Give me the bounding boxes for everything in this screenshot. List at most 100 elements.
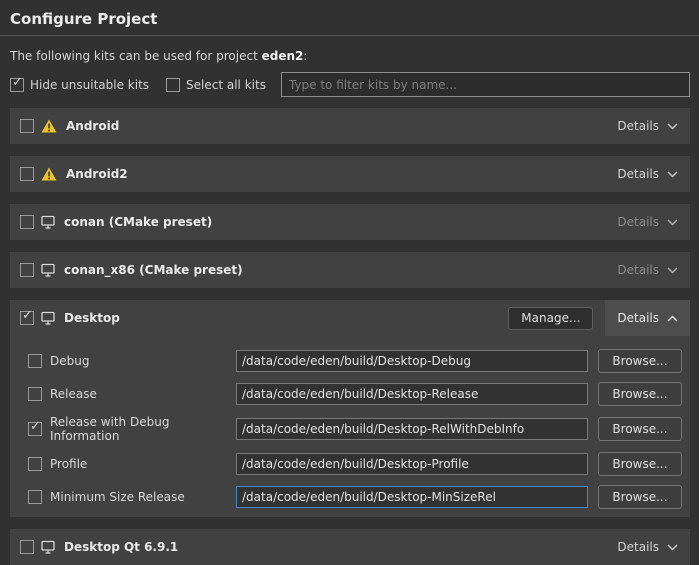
- checkbox-icon[interactable]: [10, 78, 24, 92]
- build-dir-input[interactable]: [236, 383, 588, 405]
- kit-name: conan_x86 (CMake preset): [64, 263, 243, 277]
- warning-icon: [41, 167, 57, 181]
- controls-row: Hide unsuitable kits Select all kits: [10, 72, 690, 97]
- kit-left: conan_x86 (CMake preset): [10, 263, 243, 277]
- build-config-label: Debug: [50, 354, 89, 368]
- kit-name: conan (CMake preset): [64, 215, 212, 229]
- details-label: Details: [617, 263, 659, 277]
- desktop-icon: [41, 263, 55, 277]
- kit-header: conan_x86 (CMake preset) Details: [10, 252, 690, 288]
- build-config-checkbox[interactable]: [28, 490, 42, 504]
- build-config-label: Release with Debug Information: [50, 415, 236, 443]
- build-dir-input[interactable]: [236, 453, 588, 475]
- kit-row: conan_x86 (CMake preset) Details: [10, 252, 690, 288]
- build-config-checkbox[interactable]: [28, 457, 42, 471]
- build-config-label-col: Release with Debug Information: [18, 415, 236, 443]
- kit-name: Android2: [66, 167, 128, 181]
- intro-text: The following kits can be used for proje…: [10, 49, 689, 63]
- chevron-down-icon: [667, 123, 678, 130]
- kit-list: Android Details Android2 Details: [10, 108, 690, 565]
- kit-checkbox[interactable]: [20, 311, 34, 325]
- details-button: Details: [605, 204, 690, 240]
- build-config-label-col: Profile: [18, 457, 236, 471]
- kit-left: conan (CMake preset): [10, 215, 212, 229]
- hide-unsuitable-kits-checkbox[interactable]: Hide unsuitable kits: [10, 78, 149, 92]
- details-label: Details: [617, 167, 659, 181]
- select-all-kits-label: Select all kits: [186, 78, 266, 92]
- kit-checkbox[interactable]: [20, 540, 34, 554]
- kit-header: conan (CMake preset) Details: [10, 204, 690, 240]
- kit-header: Desktop Manage... Details: [10, 300, 690, 336]
- chevron-up-icon: [667, 315, 678, 322]
- chevron-down-icon: [667, 219, 678, 226]
- details-label: Details: [617, 540, 659, 554]
- kit-checkbox[interactable]: [20, 263, 34, 277]
- kit-row: Desktop Manage... Details Debug Browse..…: [10, 300, 690, 517]
- details-label: Details: [617, 119, 659, 133]
- desktop-icon: [41, 540, 55, 554]
- kit-row: Desktop Qt 6.9.1 Details: [10, 529, 690, 565]
- browse-button[interactable]: Browse...: [598, 382, 682, 406]
- warning-icon: [41, 119, 57, 133]
- kit-checkbox[interactable]: [20, 215, 34, 229]
- manage-button[interactable]: Manage...: [508, 307, 593, 330]
- kit-filter-input[interactable]: [281, 72, 690, 97]
- kit-name: Desktop: [64, 311, 120, 325]
- details-label: Details: [617, 311, 659, 325]
- kit-row: Android Details: [10, 108, 690, 144]
- desktop-icon: [41, 215, 55, 229]
- browse-button[interactable]: Browse...: [598, 417, 682, 441]
- kit-header: Android2 Details: [10, 156, 690, 192]
- kit-name: Desktop Qt 6.9.1: [64, 540, 178, 554]
- build-dir-input[interactable]: [236, 486, 588, 508]
- hide-unsuitable-kits-label: Hide unsuitable kits: [30, 78, 149, 92]
- kit-checkbox[interactable]: [20, 167, 34, 181]
- build-config-list: Debug Browse... Release Browse... Releas…: [10, 336, 690, 517]
- kit-name: Android: [66, 119, 119, 133]
- build-config-row: Debug Browse...: [18, 349, 682, 373]
- details-button[interactable]: Details: [605, 108, 690, 144]
- kit-row: conan (CMake preset) Details: [10, 204, 690, 240]
- page-header: Configure Project: [0, 0, 699, 36]
- build-config-row: Minimum Size Release Browse...: [18, 485, 682, 509]
- build-config-checkbox[interactable]: [28, 422, 42, 436]
- build-config-checkbox[interactable]: [28, 354, 42, 368]
- kit-header: Desktop Qt 6.9.1 Details: [10, 529, 690, 565]
- intro-prefix: The following kits can be used for proje…: [10, 49, 262, 63]
- browse-button[interactable]: Browse...: [598, 349, 682, 373]
- build-dir-input[interactable]: [236, 418, 588, 440]
- chevron-down-icon: [667, 171, 678, 178]
- details-button[interactable]: Details: [605, 300, 690, 336]
- build-dir-input[interactable]: [236, 350, 588, 372]
- build-config-row: Release Browse...: [18, 382, 682, 406]
- kit-left: Desktop Qt 6.9.1: [10, 540, 178, 554]
- details-button: Details: [605, 252, 690, 288]
- chevron-down-icon: [667, 544, 678, 551]
- build-config-label: Profile: [50, 457, 87, 471]
- checkbox-icon[interactable]: [166, 78, 180, 92]
- build-config-label-col: Release: [18, 387, 236, 401]
- details-label: Details: [617, 215, 659, 229]
- desktop-icon: [41, 311, 55, 325]
- build-config-label: Release: [50, 387, 97, 401]
- kit-left: Android: [10, 119, 119, 133]
- build-config-checkbox[interactable]: [28, 387, 42, 401]
- kit-left: Android2: [10, 167, 128, 181]
- project-name: eden2: [262, 49, 304, 63]
- kit-row: Android2 Details: [10, 156, 690, 192]
- details-button[interactable]: Details: [605, 529, 690, 565]
- build-config-label-col: Minimum Size Release: [18, 490, 236, 504]
- browse-button[interactable]: Browse...: [598, 452, 682, 476]
- kit-checkbox[interactable]: [20, 119, 34, 133]
- details-button[interactable]: Details: [605, 156, 690, 192]
- page-title: Configure Project: [10, 10, 689, 28]
- kit-left: Desktop: [10, 311, 120, 325]
- chevron-down-icon: [667, 267, 678, 274]
- browse-button[interactable]: Browse...: [598, 485, 682, 509]
- build-config-label: Minimum Size Release: [50, 490, 185, 504]
- intro-suffix: :: [303, 49, 307, 63]
- build-config-row: Profile Browse...: [18, 452, 682, 476]
- kit-header: Android Details: [10, 108, 690, 144]
- select-all-kits-checkbox[interactable]: Select all kits: [166, 78, 266, 92]
- build-config-label-col: Debug: [18, 354, 236, 368]
